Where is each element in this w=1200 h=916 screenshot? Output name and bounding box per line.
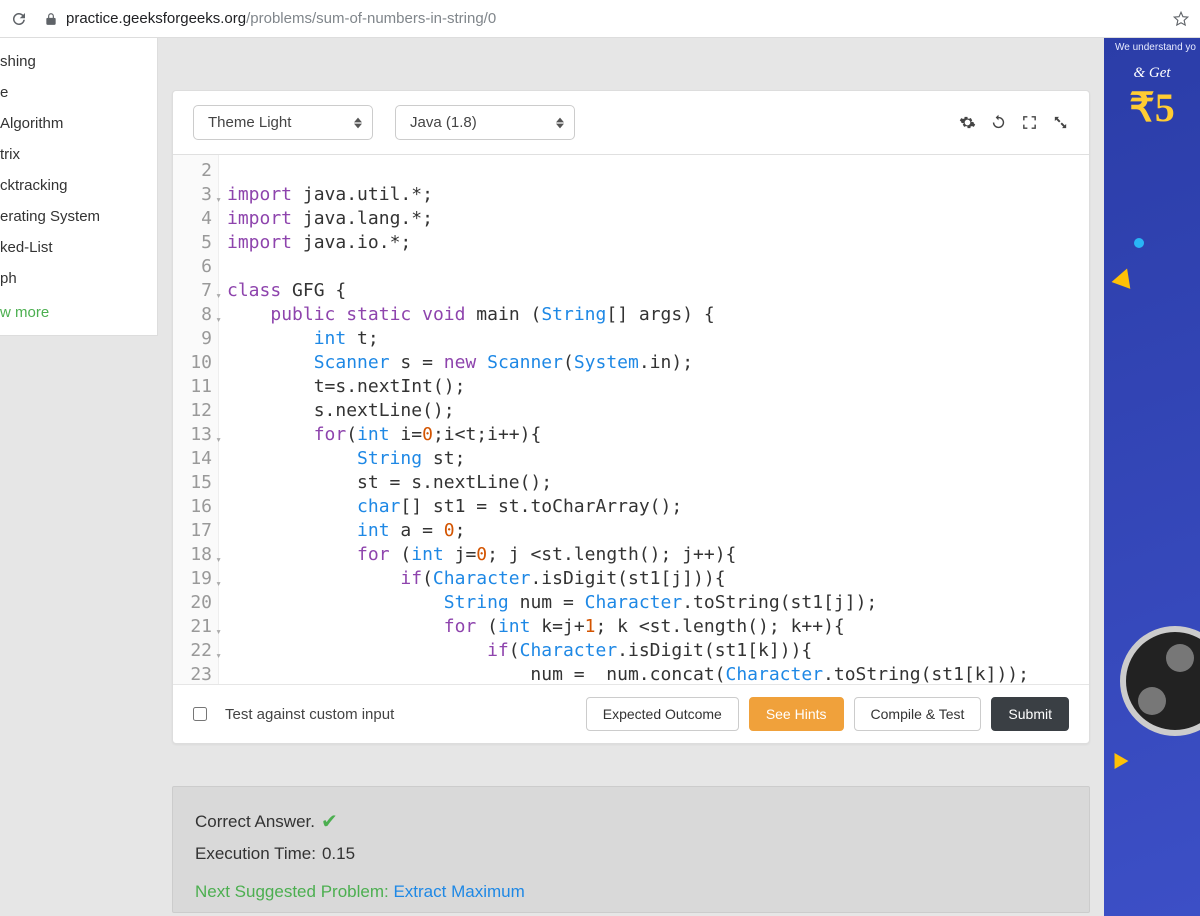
- url-path: /problems/sum-of-numbers-in-string/0: [246, 10, 496, 27]
- code-editor[interactable]: 23456789101112131415161718192021222324 i…: [173, 154, 1089, 684]
- sidebar-item[interactable]: shing: [0, 46, 157, 77]
- custom-input-label: Test against custom input: [225, 706, 394, 723]
- ad-film-reel-icon: [1120, 626, 1200, 736]
- expected-outcome-button[interactable]: Expected Outcome: [586, 697, 739, 731]
- ad-triangle-icon: [1112, 265, 1137, 289]
- browser-address-bar: practice.geeksforgeeks.org/problems/sum-…: [0, 0, 1200, 38]
- ad-dot-icon: [1134, 238, 1144, 248]
- main-column: Theme Light Java (1.8): [158, 38, 1104, 916]
- result-panel: Correct Answer. ✔ Execution Time: 0.15 Ne…: [172, 786, 1090, 913]
- lock-icon: [44, 12, 58, 26]
- ad-triangle-icon: [1108, 749, 1129, 769]
- sidebar-item[interactable]: erating System: [0, 201, 157, 232]
- custom-input-checkbox[interactable]: [193, 707, 207, 721]
- expand-icon[interactable]: [1021, 114, 1038, 131]
- theme-select-value: Theme Light: [208, 114, 291, 131]
- refresh-icon[interactable]: [990, 114, 1007, 131]
- ad-amount: ₹5: [1104, 84, 1200, 131]
- url-host: practice.geeksforgeeks.org: [66, 10, 246, 27]
- editor-card: Theme Light Java (1.8): [172, 90, 1090, 744]
- next-problem-line: Next Suggested Problem: Extract Maximum: [195, 882, 1067, 902]
- sidebar-item[interactable]: ked-List: [0, 232, 157, 263]
- check-icon: ✔: [321, 809, 338, 834]
- language-select[interactable]: Java (1.8): [395, 105, 575, 140]
- reload-icon[interactable]: [10, 10, 28, 28]
- sidebar-item[interactable]: Algorithm: [0, 108, 157, 139]
- select-chevrons-icon: [354, 117, 362, 128]
- sidebar-item[interactable]: trix: [0, 139, 157, 170]
- ad-tagline: We understand yo: [1104, 38, 1200, 53]
- select-chevrons-icon: [556, 117, 564, 128]
- line-gutter: 23456789101112131415161718192021222324: [173, 155, 219, 684]
- code-area[interactable]: import java.util.*;import java.lang.*;im…: [219, 155, 1089, 684]
- sidebar-item[interactable]: ph: [0, 263, 157, 294]
- see-hints-button[interactable]: See Hints: [749, 697, 844, 731]
- topic-sidebar: shingeAlgorithmtrixcktrackingerating Sys…: [0, 38, 158, 336]
- sidebar-item[interactable]: e: [0, 77, 157, 108]
- gear-icon[interactable]: [959, 114, 976, 131]
- toolbar-icons: [959, 114, 1069, 131]
- ad-offer-text: & Get: [1104, 65, 1200, 82]
- editor-toolbar: Theme Light Java (1.8): [173, 91, 1089, 154]
- exec-time-label: Execution Time:: [195, 844, 316, 864]
- next-problem-label: Next Suggested Problem:: [195, 882, 389, 901]
- execution-time-line: Execution Time: 0.15: [195, 844, 1067, 864]
- result-correct-line: Correct Answer. ✔: [195, 809, 1067, 834]
- sidebar-item[interactable]: cktracking: [0, 170, 157, 201]
- exec-time-value: 0.15: [322, 844, 355, 864]
- editor-footer: Test against custom input Expected Outco…: [173, 684, 1089, 743]
- submit-button[interactable]: Submit: [991, 697, 1069, 731]
- bookmark-star-icon[interactable]: [1172, 10, 1190, 28]
- language-select-value: Java (1.8): [410, 114, 477, 131]
- correct-answer-text: Correct Answer.: [195, 812, 315, 832]
- sidebar-show-more[interactable]: w more: [0, 294, 157, 321]
- compile-test-button[interactable]: Compile & Test: [854, 697, 982, 731]
- url-text[interactable]: practice.geeksforgeeks.org/problems/sum-…: [66, 10, 1162, 27]
- next-problem-link[interactable]: Extract Maximum: [393, 882, 524, 901]
- ad-banner[interactable]: We understand yo & Get ₹5: [1104, 38, 1200, 916]
- theme-select[interactable]: Theme Light: [193, 105, 373, 140]
- fullscreen-diag-icon[interactable]: [1052, 114, 1069, 131]
